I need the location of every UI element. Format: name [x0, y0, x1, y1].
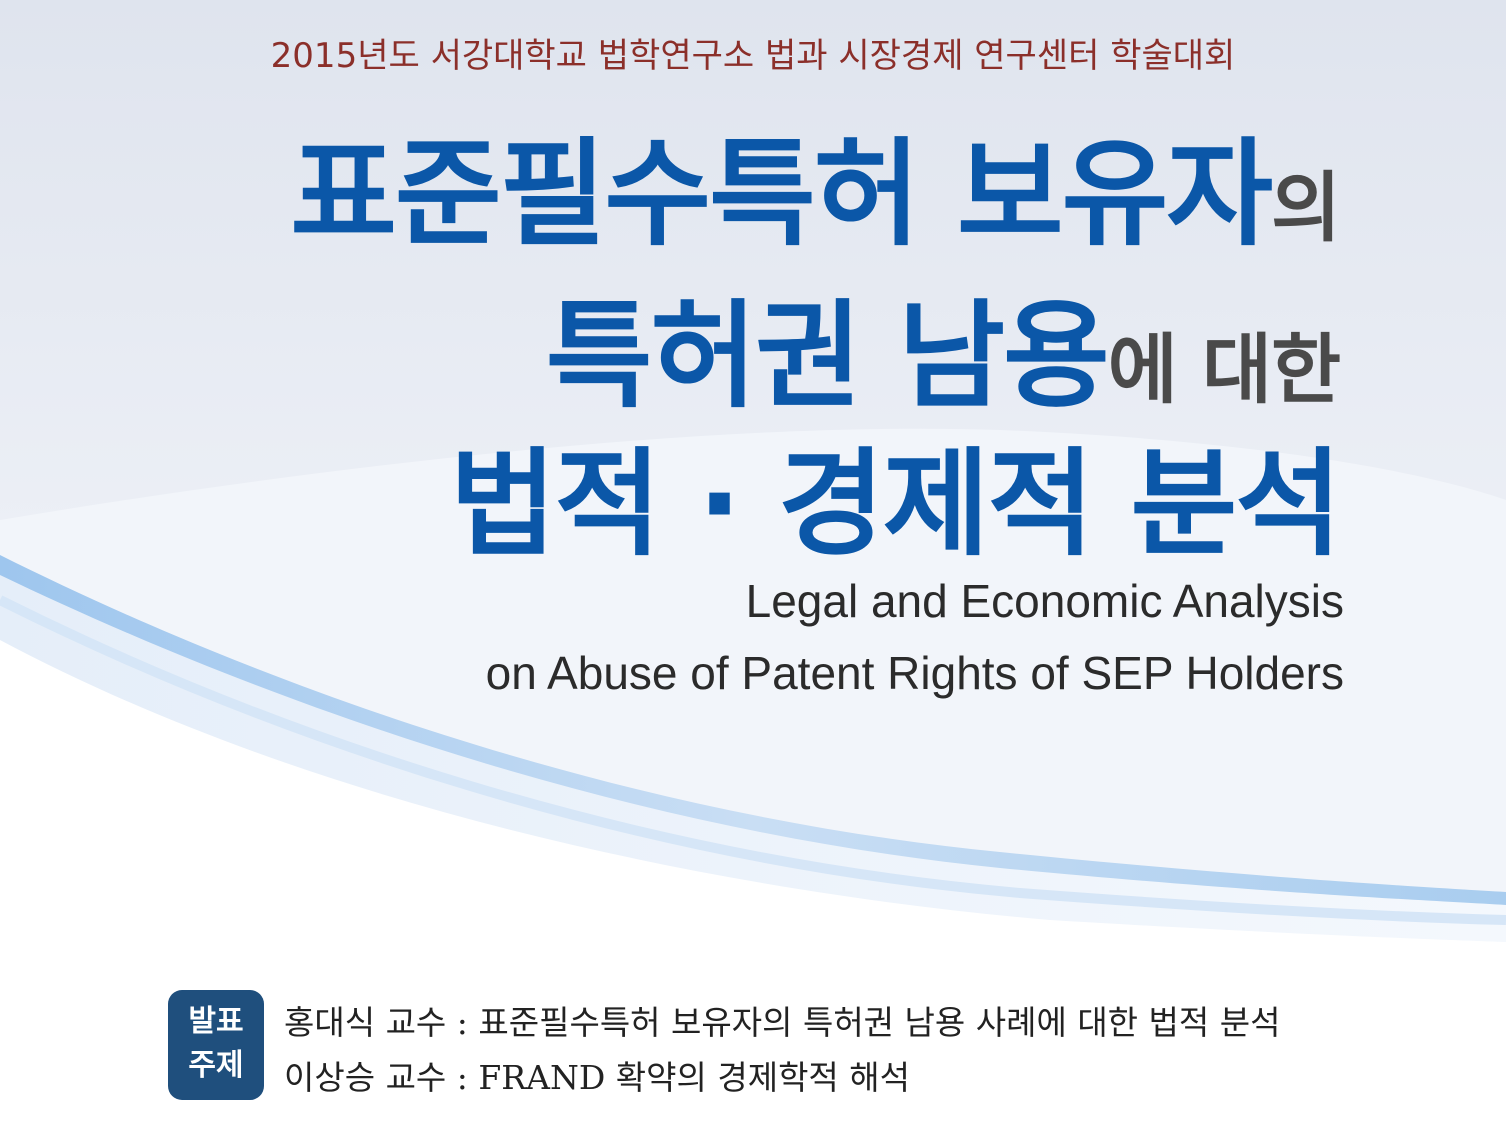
conference-header: 2015년도 서강대학교 법학연구소 법과 시장경제 연구센터 학술대회 [270, 36, 1236, 76]
title-line-3: 법적 · 경제적 분석 [449, 437, 1342, 572]
title-line-2: 특허권 남용에 대한 [545, 262, 1341, 430]
presentation-item: 이상승 교수 : FRAND 확약의 경제학적 해석 [284, 1058, 911, 1097]
presentation-item: 홍대식 교수 : 표준필수특허 보유자의 특허권 남용 사례에 대한 법적 분석 [284, 1003, 1281, 1042]
badge-label-line-1: 발표 [188, 1004, 244, 1039]
title-line-1: 표준필수특허 보유자의 [290, 100, 1341, 268]
title-line-2-main: 특허권 남용 [545, 289, 1110, 424]
english-title-line-1: Legal and Economic Analysis [745, 575, 1344, 627]
title-line-1-suffix: 의 [1271, 163, 1341, 252]
presentation-topics-badge: 발표 주제 [168, 990, 264, 1100]
title-line-1-main: 표준필수특허 보유자 [290, 127, 1273, 262]
english-title-line-2: on Abuse of Patent Rights of SEP Holders [485, 647, 1344, 699]
title-line-2-suffix: 에 대한 [1107, 325, 1341, 414]
badge-label-line-2: 주제 [188, 1048, 244, 1083]
